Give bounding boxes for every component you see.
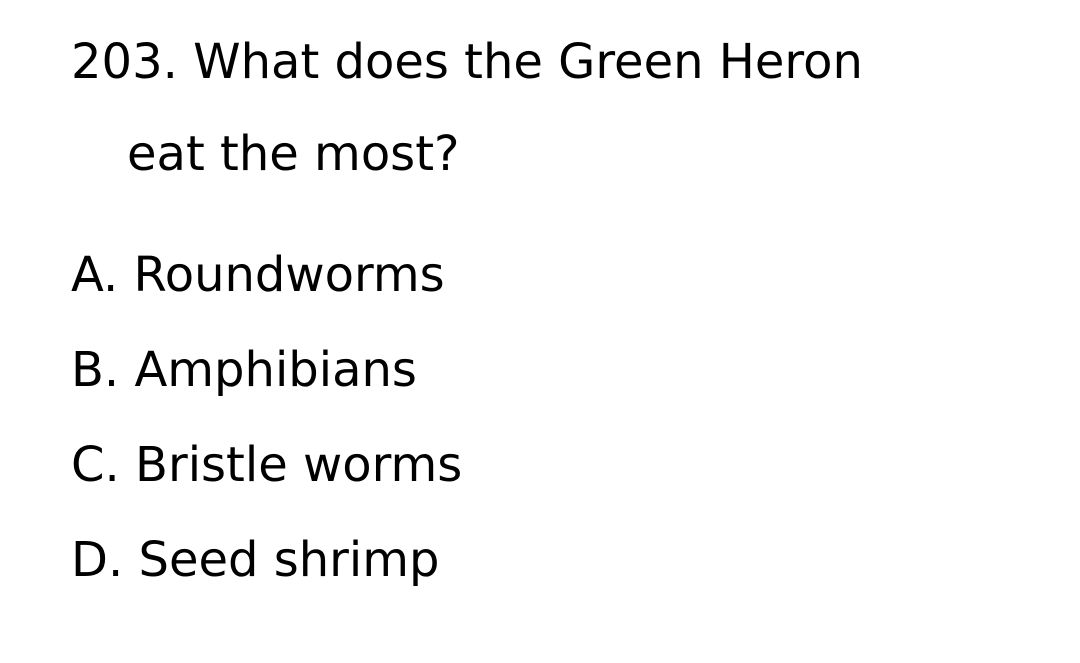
option-letter: C. xyxy=(71,437,120,493)
option-text: Seed shrimp xyxy=(138,532,440,588)
option-letter: B. xyxy=(71,342,120,398)
option-text: Roundworms xyxy=(133,247,445,303)
option-text: Bristle worms xyxy=(135,437,463,493)
option-c[interactable]: C. Bristle worms xyxy=(71,441,462,489)
option-b[interactable]: B. Amphibians xyxy=(71,346,417,394)
question-text-line-2: eat the most? xyxy=(127,126,460,182)
option-d[interactable]: D. Seed shrimp xyxy=(71,536,439,584)
option-text: Amphibians xyxy=(134,342,417,398)
question-text-part-1: What does the Green Heron xyxy=(193,34,863,90)
option-letter: D. xyxy=(71,532,124,588)
question-text-line-1: 203. What does the Green Heron xyxy=(71,38,863,86)
option-letter: A. xyxy=(71,247,119,303)
question-number: 203. xyxy=(71,34,178,90)
option-a[interactable]: A. Roundworms xyxy=(71,251,445,299)
